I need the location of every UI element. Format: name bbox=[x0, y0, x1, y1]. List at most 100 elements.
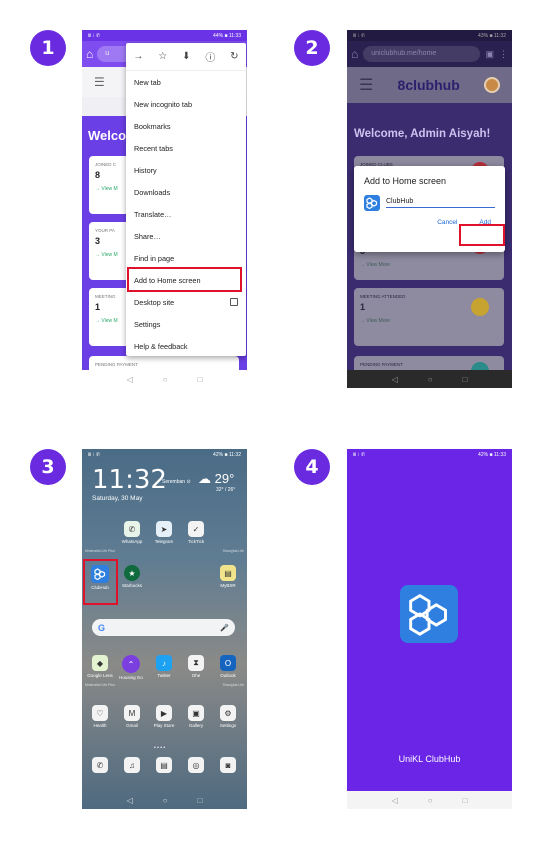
recents-icon[interactable]: □ bbox=[463, 796, 468, 805]
stat-card-icon bbox=[471, 298, 489, 316]
home-icon[interactable]: ⌂ bbox=[351, 47, 358, 61]
view-more-link[interactable]: → View More bbox=[360, 318, 498, 324]
forward-icon[interactable]: → bbox=[133, 51, 143, 62]
app-icon-play-store[interactable]: ▶ Play Store bbox=[150, 705, 178, 728]
step-4-badge: 4 bbox=[294, 449, 330, 485]
back-icon[interactable]: ◁ bbox=[127, 796, 133, 805]
download-icon[interactable]: ⬇ bbox=[182, 51, 190, 62]
app-icon-twitter[interactable]: ♪ Twitter bbox=[150, 655, 178, 678]
highlight-clubhub-icon bbox=[83, 559, 118, 605]
home-circle-icon[interactable]: ○ bbox=[428, 375, 433, 384]
status-bar: Ⅲ ⁝ ✆ 44% ■ 11:33 bbox=[82, 30, 247, 41]
home-circle-icon[interactable]: ○ bbox=[163, 375, 168, 384]
app-icon-camera[interactable]: ◙ bbox=[214, 757, 242, 773]
highlight-add-button bbox=[459, 224, 505, 246]
step-2-badge: 2 bbox=[294, 30, 330, 66]
app-icon-gallery[interactable]: ▣ Gallery bbox=[182, 705, 210, 728]
app-header: ☰ 8clubhub bbox=[347, 67, 512, 103]
browser-toolbar: ⌂ uniclubhub.me/home ▣ ⋮ bbox=[347, 41, 512, 67]
recents-icon[interactable]: □ bbox=[463, 375, 468, 384]
splash-app-title: UniKL ClubHub bbox=[398, 754, 461, 764]
home-circle-icon[interactable]: ○ bbox=[163, 796, 168, 805]
clubhub-app-logo bbox=[400, 585, 458, 643]
android-nav-bar: ◁ ○ □ bbox=[347, 370, 512, 388]
temperature-range: 32° / 26° bbox=[216, 487, 236, 493]
android-nav-bar: ◁ ○ □ bbox=[82, 370, 247, 388]
app-icon-housing-go[interactable]: ⌃ Housing Go bbox=[117, 655, 145, 680]
app-icon-mybsr[interactable]: ▤ MyBSR bbox=[214, 565, 242, 588]
menu-item-translate[interactable]: Translate… bbox=[126, 203, 246, 225]
status-bar: Ⅲ ⁝ ✆ 42% ■ 11:33 bbox=[353, 451, 506, 458]
android-nav-bar: ◁ ○ □ bbox=[82, 791, 247, 809]
app-icon-gmail[interactable]: M Gmail bbox=[118, 705, 146, 728]
menu-item-find-in-page[interactable]: Find in page bbox=[126, 247, 246, 269]
location-label: Seremban ⊙ bbox=[162, 479, 191, 485]
app-icon-settings[interactable]: ⚙ Settings bbox=[214, 705, 242, 728]
app-icon-messages[interactable]: ▤ bbox=[150, 757, 178, 773]
app-icon-notifications[interactable]: ♫ bbox=[118, 757, 146, 773]
more-icon[interactable]: ⋮ bbox=[499, 49, 508, 60]
menu-item-settings[interactable]: Settings bbox=[126, 313, 246, 335]
step-1-badge: 1 bbox=[30, 30, 66, 66]
app-icon-ticktick[interactable]: ✓ TickTick bbox=[182, 521, 210, 544]
weather-widget[interactable]: ☁ 29° bbox=[198, 471, 234, 487]
home-circle-icon[interactable]: ○ bbox=[428, 796, 433, 805]
phone-screenshot-2: Ⅲ ⁝ ✆ 43% ■ 11:32 ⌂ uniclubhub.me/home ▣ … bbox=[347, 30, 512, 388]
tabs-icon[interactable]: ▣ bbox=[485, 49, 494, 60]
view-more-link[interactable]: → View More bbox=[360, 262, 498, 268]
dialog-title: Add to Home screen bbox=[364, 176, 447, 186]
menu-icon-row: → ☆ ⬇ ⓘ ↻ bbox=[126, 43, 246, 71]
clubhub-logo: 8clubhub bbox=[397, 77, 460, 93]
back-icon[interactable]: ◁ bbox=[127, 375, 133, 384]
menu-item-new-incognito-tab[interactable]: New incognito tab bbox=[126, 93, 246, 115]
desktop-site-checkbox[interactable] bbox=[230, 298, 238, 306]
menu-item-downloads[interactable]: Downloads bbox=[126, 181, 246, 203]
date-label: Saturday, 30 May bbox=[92, 495, 143, 502]
browser-overflow-menu: → ☆ ⬇ ⓘ ↻ New tab New incognito tab Book… bbox=[126, 43, 246, 356]
stat-card: MEETING ATTENDED 1 → View More bbox=[354, 288, 504, 346]
recents-icon[interactable]: □ bbox=[198, 796, 203, 805]
app-icon-starbucks[interactable]: ★ Starbucks bbox=[118, 565, 146, 588]
menu-item-share[interactable]: Share… bbox=[126, 225, 246, 247]
menu-item-help-feedback[interactable]: Help & feedback bbox=[126, 335, 246, 357]
address-bar[interactable]: uniclubhub.me/home bbox=[363, 46, 481, 62]
welcome-heading: Welcome, Admin Aisyah! bbox=[354, 128, 491, 140]
app-icon-health[interactable]: ♡ Health bbox=[86, 705, 114, 728]
clock-widget[interactable]: 11:32 bbox=[92, 465, 167, 495]
status-bar: Ⅲ ⁝ ✆ 43% ■ 11:32 bbox=[347, 30, 512, 41]
app-icon-whatsapp[interactable]: ✆ WhatsApp bbox=[118, 521, 146, 544]
phone-screenshot-4: Ⅲ ⁝ ✆ 42% ■ 11:33 UniKL ClubHub ◁ ○ □ bbox=[347, 449, 512, 809]
phone-screenshot-3: Ⅲ ⁝ ✆ 42% ■ 11:32 11:32 Seremban ⊙ Saturd… bbox=[82, 449, 247, 809]
reload-icon[interactable]: ↻ bbox=[230, 51, 238, 62]
status-bar: Ⅲ ⁝ ✆ 42% ■ 11:32 bbox=[88, 451, 241, 458]
menu-item-history[interactable]: History bbox=[126, 159, 246, 181]
recents-icon[interactable]: □ bbox=[198, 375, 203, 384]
shortcut-name-field[interactable]: ClubHub bbox=[386, 198, 495, 208]
app-icon-phone[interactable]: ✆ bbox=[86, 757, 114, 773]
bookmark-star-icon[interactable]: ☆ bbox=[158, 51, 167, 62]
menu-item-desktop-site[interactable]: Desktop site bbox=[126, 291, 246, 313]
hamburger-menu-icon[interactable]: ☰ bbox=[359, 75, 373, 95]
android-nav-bar: ◁ ○ □ bbox=[347, 791, 512, 809]
page-indicator: • • • • bbox=[154, 745, 166, 751]
google-g-icon: G bbox=[98, 622, 106, 633]
menu-item-new-tab[interactable]: New tab bbox=[126, 71, 246, 93]
app-icon-telegram[interactable]: ➤ Telegram bbox=[150, 521, 178, 544]
menu-item-bookmarks[interactable]: Bookmarks bbox=[126, 115, 246, 137]
phone-screenshot-1: Ⅲ ⁝ ✆ 44% ■ 11:33 ⌂ u ☰ Welco JOINED C 8 → … bbox=[82, 30, 247, 388]
app-icon-chrome[interactable]: ◎ bbox=[182, 757, 210, 773]
back-icon[interactable]: ◁ bbox=[392, 375, 398, 384]
google-search-bar[interactable]: G 🎤 bbox=[92, 619, 235, 636]
app-icon-ohe[interactable]: ⧗ Ohe bbox=[182, 655, 210, 678]
avatar[interactable] bbox=[483, 77, 500, 93]
menu-item-recent-tabs[interactable]: Recent tabs bbox=[126, 137, 246, 159]
back-icon[interactable]: ◁ bbox=[392, 796, 398, 805]
home-icon[interactable]: ⌂ bbox=[86, 47, 93, 61]
highlight-add-to-home-screen bbox=[127, 267, 242, 292]
info-icon[interactable]: ⓘ bbox=[205, 49, 215, 64]
app-icon-google-lens[interactable]: ◆ Google Lens bbox=[86, 655, 114, 678]
app-icon-outlook[interactable]: O Outlook bbox=[214, 655, 242, 678]
microphone-icon[interactable]: 🎤 bbox=[220, 624, 229, 632]
cancel-button[interactable]: Cancel bbox=[437, 219, 457, 226]
step-3-badge: 3 bbox=[30, 449, 66, 485]
